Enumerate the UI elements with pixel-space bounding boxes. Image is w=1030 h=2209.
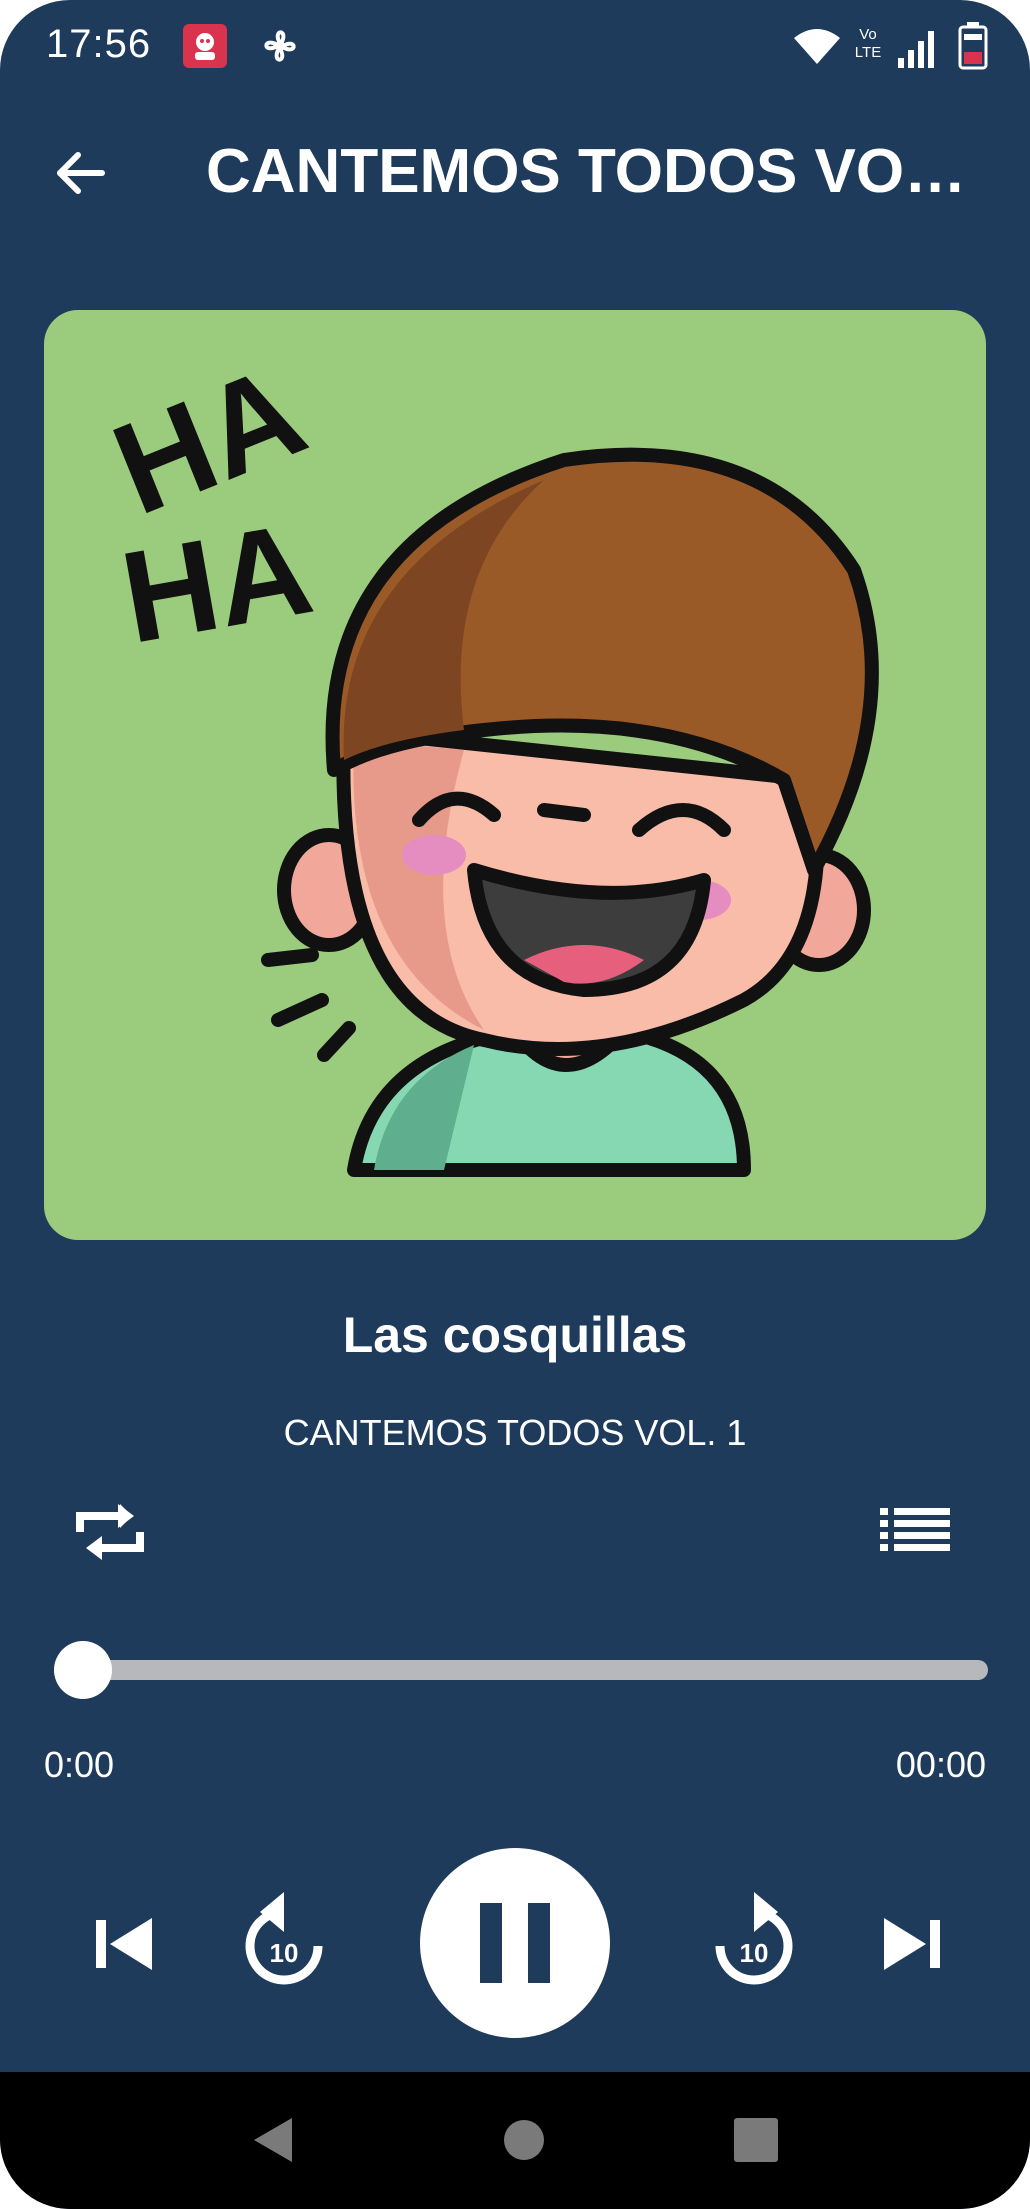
nav-back-button[interactable] (244, 2110, 304, 2170)
skip-previous-icon (96, 1918, 152, 1970)
forward-10-icon: 10 (715, 1892, 793, 1985)
fan-icon (258, 24, 302, 68)
progress-thumb[interactable] (54, 1641, 112, 1699)
time-total: 00:00 (895, 1744, 986, 1785)
signal-icon (896, 28, 942, 68)
next-track-button[interactable] (870, 1904, 950, 1984)
previous-track-button[interactable] (86, 1904, 166, 1984)
nav-back-icon (254, 2118, 292, 2162)
system-nav-bar (0, 2072, 1030, 2209)
nav-recents-button[interactable] (728, 2112, 784, 2168)
app-notification-icon (183, 24, 227, 68)
nav-home-button[interactable] (494, 2110, 554, 2170)
skip-next-icon (884, 1918, 940, 1970)
pause-button[interactable] (420, 1848, 610, 2038)
forward-seconds: 10 (740, 1938, 769, 1968)
time-elapsed: 0:00 (44, 1744, 115, 1785)
playlist-button[interactable] (876, 1496, 956, 1566)
wifi-icon (792, 28, 842, 66)
nav-recents-icon (734, 2118, 778, 2162)
artwork-ha-line2: HA (112, 494, 322, 670)
rewind-10-button[interactable]: 10 (236, 1884, 332, 1994)
phone-screen: 17:56 Vo LTE CANTEMOS TODOS VOL. 1 HA HA… (0, 0, 1030, 2209)
volte-icon: Vo LTE (854, 26, 882, 61)
page-title: CANTEMOS TODOS VOL. 1 (206, 137, 986, 206)
status-time: 17:56 (46, 22, 152, 66)
queue-list-icon (880, 1508, 950, 1551)
pause-icon (480, 1903, 550, 1983)
track-album: CANTEMOS TODOS VOL. 1 (283, 1412, 747, 1453)
album-artwork: HA HA (44, 310, 986, 1240)
battery-icon (958, 22, 988, 70)
repeat-button[interactable] (70, 1492, 150, 1572)
arrow-left-icon (57, 152, 105, 194)
rewind-seconds: 10 (270, 1938, 299, 1968)
status-bar: 17:56 Vo LTE (0, 0, 1030, 100)
nav-home-icon (504, 2120, 544, 2160)
repeat-icon (76, 1504, 144, 1560)
back-button[interactable] (40, 138, 120, 208)
progress-track[interactable] (54, 1641, 988, 1699)
replay-10-icon: 10 (245, 1892, 323, 1985)
track-title: Las cosquillas (342, 1307, 688, 1363)
forward-10-button[interactable]: 10 (706, 1884, 802, 1994)
